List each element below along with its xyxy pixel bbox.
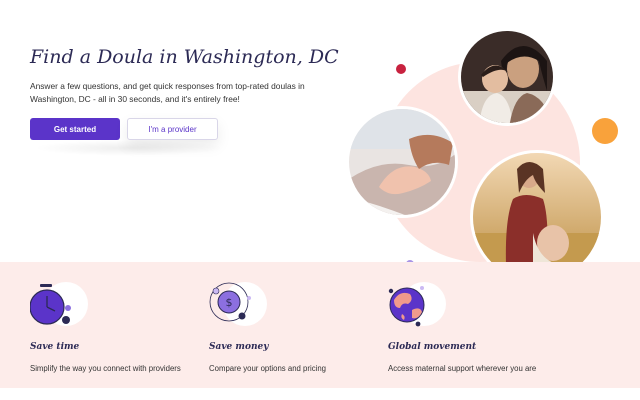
feature-description: Compare your options and pricing (209, 364, 327, 373)
provider-button[interactable]: I'm a provider (127, 118, 218, 140)
feature-description: Simplify the way you connect with provid… (30, 364, 181, 373)
globe-icon (388, 280, 448, 328)
feature-title: Save time (30, 342, 80, 352)
feature-save-time: Save time Simplify the way you connect w… (30, 280, 210, 373)
dollar-coin-icon: $ (209, 280, 269, 328)
clock-icon (30, 280, 90, 328)
baby-hand-photo (346, 106, 458, 218)
red-dot-decoration (396, 64, 406, 74)
hero-subtitle: Answer a few questions, and get quick re… (30, 81, 305, 104)
hero-section: Find a Doula in Washington, DC Answer a … (0, 0, 640, 262)
page-title: Find a Doula in Washington, DC (30, 46, 339, 68)
feature-global-movement: Global movement Access maternal support … (388, 280, 568, 373)
mother-child-photo (458, 28, 556, 126)
button-shadow (34, 140, 224, 156)
feature-save-money: $ Save money Compare your options and pr… (209, 280, 389, 373)
feature-description: Access maternal support wherever you are (388, 364, 537, 373)
features-section: Save time Simplify the way you connect w… (0, 262, 640, 388)
get-started-button[interactable]: Get started (30, 118, 120, 140)
feature-title: Save money (209, 342, 269, 352)
svg-text:$: $ (226, 296, 233, 309)
feature-title: Global movement (388, 342, 477, 352)
hero-photo-collage (340, 0, 640, 262)
orange-dot-decoration (592, 118, 618, 144)
